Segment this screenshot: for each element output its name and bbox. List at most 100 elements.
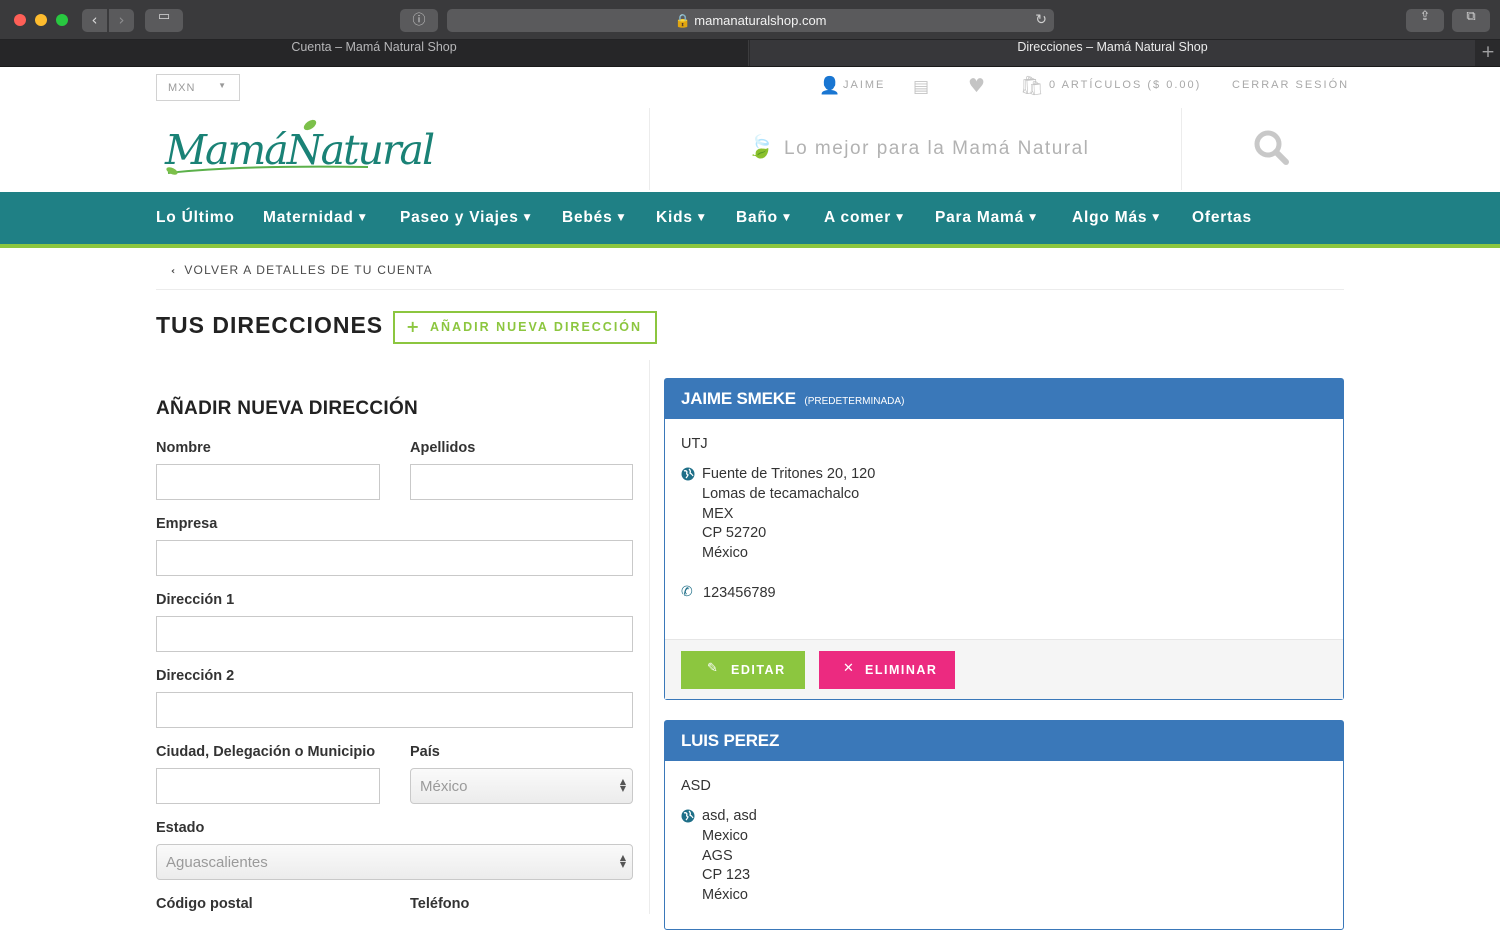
- nav-ofertas[interactable]: Ofertas: [1192, 209, 1252, 227]
- close-icon: ✕: [843, 661, 856, 676]
- list-icon[interactable]: ▤: [913, 77, 929, 97]
- chevron-left-icon: ‹: [171, 266, 177, 277]
- address-line: México: [702, 887, 748, 903]
- chevron-down-icon: ▼: [218, 81, 227, 90]
- chevron-down-icon: ▼: [896, 213, 904, 223]
- address-line: CP 123: [702, 867, 751, 883]
- nav-lo-ultimo[interactable]: Lo Último: [156, 209, 235, 227]
- chevron-down-icon: ▼: [782, 213, 791, 223]
- select-arrows-icon: ▲ ▼: [619, 777, 626, 793]
- select-arrows-icon: ▲ ▼: [619, 853, 626, 869]
- forward-button[interactable]: ›: [109, 9, 134, 32]
- apellidos-input[interactable]: [410, 464, 633, 500]
- nav-algo-mas[interactable]: Algo Más ▼: [1072, 209, 1160, 227]
- label-nombre: Nombre: [156, 440, 211, 456]
- pais-value: México: [420, 778, 468, 795]
- add-address-button[interactable]: + AÑADIR NUEVA DIRECCIÓN: [393, 311, 657, 344]
- nav-kids[interactable]: Kids ▼: [656, 209, 706, 227]
- heart-icon[interactable]: ♥: [968, 75, 985, 97]
- address-card-header: JAIME SMEKE (PREDETERMINADA): [665, 379, 1343, 419]
- tab-direcciones[interactable]: Direcciones – Mamá Natural Shop: [750, 40, 1475, 66]
- chevron-down-icon: ▼: [1029, 213, 1037, 223]
- label-apellidos: Apellidos: [410, 440, 476, 456]
- user-icon: 👤: [819, 76, 841, 96]
- address-card: JAIME SMEKE (PREDETERMINADA) UTJ Fuente …: [664, 378, 1344, 700]
- label-telefono: Teléfono: [410, 896, 470, 912]
- reader-info-icon[interactable]: ⓘ: [400, 9, 438, 32]
- address-name: JAIME SMEKE: [681, 389, 796, 408]
- header-divider: [649, 108, 650, 190]
- chevron-down-icon: ▼: [358, 213, 367, 223]
- minimize-window-button[interactable]: [35, 14, 47, 26]
- leaf-swoosh-icon: [166, 119, 369, 175]
- zoom-window-button[interactable]: [56, 14, 68, 26]
- chevron-down-icon: ▼: [523, 213, 532, 223]
- nombre-input[interactable]: [156, 464, 380, 500]
- address-line: Fuente de Tritones 20, 120: [702, 466, 876, 482]
- cart-link[interactable]: 0 ARTÍCULOS ($ 0.00): [1049, 79, 1201, 91]
- new-tab-icon[interactable]: +: [1476, 40, 1500, 66]
- search-icon[interactable]: [1252, 128, 1292, 168]
- direccion-2-input[interactable]: [156, 692, 633, 728]
- main-nav: Lo Último Maternidad ▼ Paseo y Viajes ▼ Be…: [0, 192, 1500, 248]
- share-icon[interactable]: ⇪: [1406, 9, 1444, 32]
- shopping-bag-icon[interactable]: 🛍: [1020, 74, 1044, 97]
- page-title: TUS DIRECCIONES: [156, 312, 384, 338]
- header-divider: [1181, 108, 1182, 190]
- site-logo[interactable]: MamáNatural: [160, 117, 435, 183]
- sidebar-toggle-icon[interactable]: ▭: [145, 9, 183, 32]
- globe-icon: [681, 467, 695, 481]
- address-line: Mexico: [702, 828, 748, 844]
- address-phone: 123456789: [703, 585, 776, 601]
- nav-bano[interactable]: Baño ▼: [736, 209, 791, 227]
- address-line: México: [702, 545, 748, 561]
- form-title: AÑADIR NUEVA DIRECCIÓN: [156, 398, 419, 419]
- logout-link[interactable]: CERRAR SESIÓN: [1232, 79, 1349, 91]
- address-card: LUIS PEREZ ASD asd, asd Mexico AGS CP 12…: [664, 720, 1344, 930]
- label-codigo-postal: Código postal: [156, 896, 253, 912]
- tabs-overview-icon[interactable]: ⧉: [1452, 9, 1490, 32]
- nav-para-mama[interactable]: Para Mamá ▼: [935, 209, 1037, 227]
- address-line: CP 52720: [702, 525, 767, 541]
- label-ciudad: Ciudad, Delegación o Municipio: [156, 744, 376, 760]
- nav-maternidad[interactable]: Maternidad ▼: [263, 209, 366, 227]
- estado-select[interactable]: Aguascalientes ▲ ▼: [156, 844, 633, 880]
- address-line: AGS: [702, 848, 733, 864]
- globe-icon: [681, 809, 695, 823]
- tagline: Lo mejor para la Mamá Natural: [784, 138, 1090, 159]
- back-button[interactable]: ‹: [82, 9, 107, 32]
- chevron-down-icon: ▼: [1152, 213, 1161, 223]
- nav-paseo-viajes[interactable]: Paseo y Viajes ▼: [400, 209, 531, 227]
- address-line: asd, asd: [702, 808, 757, 824]
- back-to-account-link[interactable]: ‹ VOLVER A DETALLES DE TU CUENTA: [171, 263, 433, 277]
- currency-select[interactable]: MXN ▼: [156, 74, 240, 101]
- chevron-down-icon: ▼: [617, 213, 626, 223]
- ciudad-input[interactable]: [156, 768, 380, 804]
- label-estado: Estado: [156, 820, 205, 836]
- label-empresa: Empresa: [156, 516, 218, 532]
- chevron-down-icon: ▼: [697, 213, 706, 223]
- direccion-1-input[interactable]: [156, 616, 633, 652]
- account-link[interactable]: JAIME: [843, 79, 885, 91]
- address-bar[interactable]: 🔒 mamanaturalshop.com ↻: [447, 9, 1054, 32]
- browser-toolbar: ‹ › ▭ ⓘ 🔒 mamanaturalshop.com ↻ ⇪ ⧉: [0, 0, 1500, 40]
- nav-a-comer[interactable]: A comer ▼: [824, 209, 904, 227]
- address-company: UTJ: [681, 436, 708, 452]
- close-window-button[interactable]: [14, 14, 26, 26]
- address-card-header: LUIS PEREZ: [665, 721, 1343, 761]
- tab-bar: Cuenta – Mamá Natural Shop Direcciones –…: [0, 40, 1500, 67]
- address-line: MEX: [702, 506, 734, 522]
- delete-address-button[interactable]: ✕ ELIMINAR: [819, 651, 955, 689]
- address-company: ASD: [681, 778, 711, 794]
- label-pais: País: [410, 744, 440, 760]
- phone-icon: ✆: [681, 584, 693, 600]
- nav-bebes[interactable]: Bebés ▼: [562, 209, 625, 227]
- pais-select[interactable]: México ▲ ▼: [410, 768, 633, 804]
- url-text: mamanaturalshop.com: [694, 13, 827, 28]
- reload-icon[interactable]: ↻: [1035, 9, 1047, 32]
- column-divider: [649, 360, 650, 914]
- edit-address-button[interactable]: ✎ EDITAR: [681, 651, 805, 689]
- leaf-icon: 🍃: [747, 135, 775, 160]
- tab-cuenta[interactable]: Cuenta – Mamá Natural Shop: [0, 40, 749, 66]
- empresa-input[interactable]: [156, 540, 633, 576]
